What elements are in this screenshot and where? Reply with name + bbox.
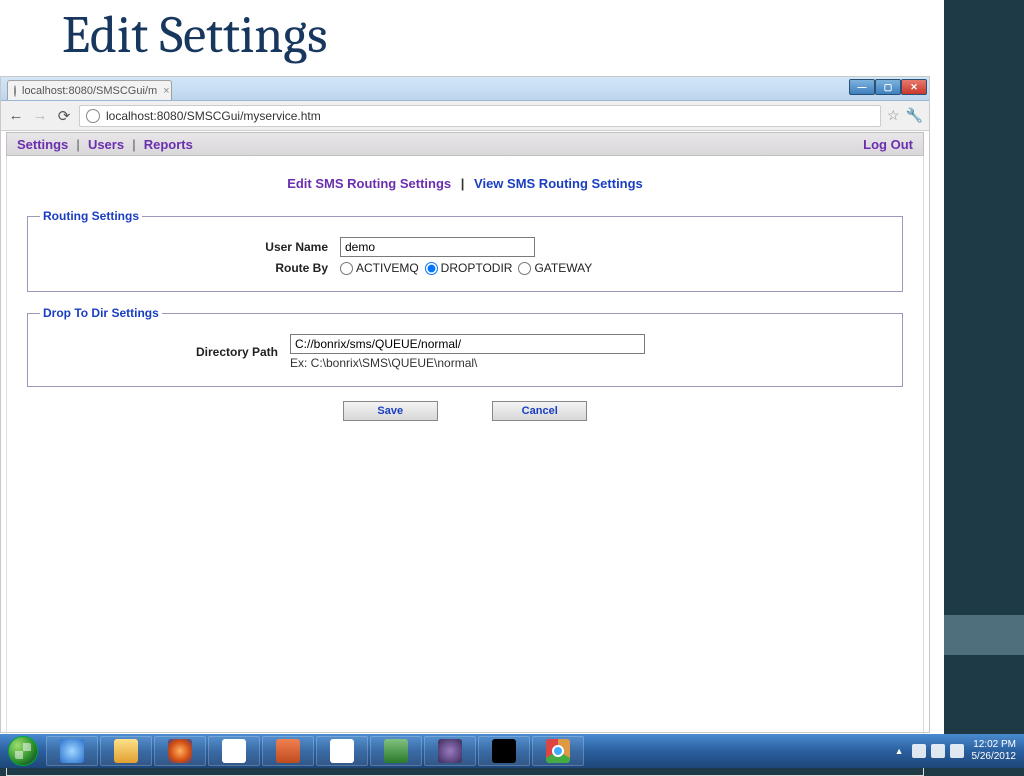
routeby-label: Route By [40, 261, 340, 275]
sub-nav: Edit SMS Routing Settings | View SMS Rou… [7, 176, 923, 191]
system-tray: ▲ 12:02 PM 5/26/2012 [895, 739, 1024, 763]
start-button[interactable] [0, 734, 46, 768]
tray-flag-icon[interactable] [912, 744, 926, 758]
gtalk-icon [222, 739, 246, 763]
tab-title: localhost:8080/SMSCGui/m [22, 85, 157, 97]
firefox-icon [168, 739, 192, 763]
paint-icon [330, 739, 354, 763]
radio-gateway[interactable]: GATEWAY [518, 261, 592, 275]
clock-time: 12:02 PM [972, 739, 1017, 751]
menu-settings[interactable]: Settings [17, 137, 68, 152]
taskbar-ie[interactable] [46, 736, 98, 766]
tab-bar: localhost:8080/SMSCGui/m × — ▢ ✕ [1, 77, 929, 101]
taskbar: ▲ 12:02 PM 5/26/2012 [0, 734, 1024, 768]
droptodir-settings-fieldset: Drop To Dir Settings Directory Path Ex: … [27, 306, 903, 387]
content-area: Edit SMS Routing Settings | View SMS Rou… [6, 156, 924, 776]
eclipse-icon [438, 739, 462, 763]
dirpath-label: Directory Path [40, 345, 290, 359]
radio-droptodir-input[interactable] [425, 262, 438, 275]
slide-title: Edit Settings [62, 5, 328, 65]
button-row: Save Cancel [7, 401, 923, 421]
chrome-icon [546, 739, 570, 763]
menu-separator: | [76, 137, 80, 152]
username-label: User Name [40, 240, 340, 254]
powerpoint-icon [276, 739, 300, 763]
close-button[interactable]: ✕ [901, 79, 927, 95]
ie-icon [60, 739, 84, 763]
routing-legend: Routing Settings [40, 209, 142, 223]
globe-icon [86, 109, 100, 123]
url-text: localhost:8080/SMSCGui/myservice.htm [106, 109, 321, 123]
tab-close-icon[interactable]: × [163, 85, 169, 97]
window-controls: — ▢ ✕ [849, 79, 927, 95]
forward-icon[interactable]: → [31, 107, 49, 124]
save-button[interactable]: Save [343, 401, 438, 421]
maximize-button[interactable]: ▢ [875, 79, 901, 95]
taskbar-gtalk[interactable] [208, 736, 260, 766]
taskbar-libreoffice[interactable] [370, 736, 422, 766]
taskbar-cmd[interactable] [478, 736, 530, 766]
taskbar-eclipse[interactable] [424, 736, 476, 766]
taskbar-firefox[interactable] [154, 736, 206, 766]
tray-icons [912, 744, 964, 758]
browser-window: localhost:8080/SMSCGui/m × — ▢ ✕ ← → ⟳ l… [0, 76, 930, 733]
taskbar-explorer[interactable] [100, 736, 152, 766]
wrench-icon[interactable]: 🔧 [906, 107, 923, 124]
menu-users[interactable]: Users [88, 137, 124, 152]
clock-date: 5/26/2012 [972, 751, 1017, 763]
sublink-view[interactable]: View SMS Routing Settings [474, 176, 643, 191]
taskbar-clock[interactable]: 12:02 PM 5/26/2012 [972, 739, 1017, 763]
radio-droptodir[interactable]: DROPTODIR [425, 261, 513, 275]
routing-settings-fieldset: Routing Settings User Name Route By ACTI… [27, 209, 903, 292]
side-accent [944, 615, 1024, 655]
menu-logout[interactable]: Log Out [863, 137, 913, 152]
address-bar: ← → ⟳ localhost:8080/SMSCGui/myservice.h… [1, 101, 929, 131]
cancel-button[interactable]: Cancel [492, 401, 587, 421]
dirpath-input[interactable] [290, 334, 645, 354]
browser-tab[interactable]: localhost:8080/SMSCGui/m × [7, 80, 172, 100]
dirpath-hint: Ex: C:\bonrix\SMS\QUEUE\normal\ [290, 356, 645, 370]
app-menubar: Settings | Users | Reports Log Out [6, 132, 924, 156]
radio-activemq-input[interactable] [340, 262, 353, 275]
tray-volume-icon[interactable] [950, 744, 964, 758]
windows-orb-icon [8, 736, 38, 766]
tray-expand-icon[interactable]: ▲ [895, 746, 904, 756]
radio-activemq[interactable]: ACTIVEMQ [340, 261, 419, 275]
folder-icon [114, 739, 138, 763]
taskbar-powerpoint[interactable] [262, 736, 314, 766]
radio-gateway-input[interactable] [518, 262, 531, 275]
libreoffice-icon [384, 739, 408, 763]
droptodir-legend: Drop To Dir Settings [40, 306, 162, 320]
cmd-icon [492, 739, 516, 763]
username-input[interactable] [340, 237, 535, 257]
url-input[interactable]: localhost:8080/SMSCGui/myservice.htm [79, 105, 881, 127]
taskbar-paint[interactable] [316, 736, 368, 766]
back-icon[interactable]: ← [7, 107, 25, 124]
sublink-edit[interactable]: Edit SMS Routing Settings [287, 176, 451, 191]
bookmark-icon[interactable]: ☆ [887, 107, 900, 124]
minimize-button[interactable]: — [849, 79, 875, 95]
tray-network-icon[interactable] [931, 744, 945, 758]
taskbar-chrome[interactable] [532, 736, 584, 766]
favicon-icon [14, 85, 16, 97]
reload-icon[interactable]: ⟳ [55, 107, 73, 125]
menu-reports[interactable]: Reports [144, 137, 193, 152]
page-content: Settings | Users | Reports Log Out Edit … [1, 132, 929, 732]
sublink-separator: | [461, 176, 465, 191]
routeby-options: ACTIVEMQ DROPTODIR GATEWAY [340, 261, 592, 275]
menu-separator: | [132, 137, 136, 152]
